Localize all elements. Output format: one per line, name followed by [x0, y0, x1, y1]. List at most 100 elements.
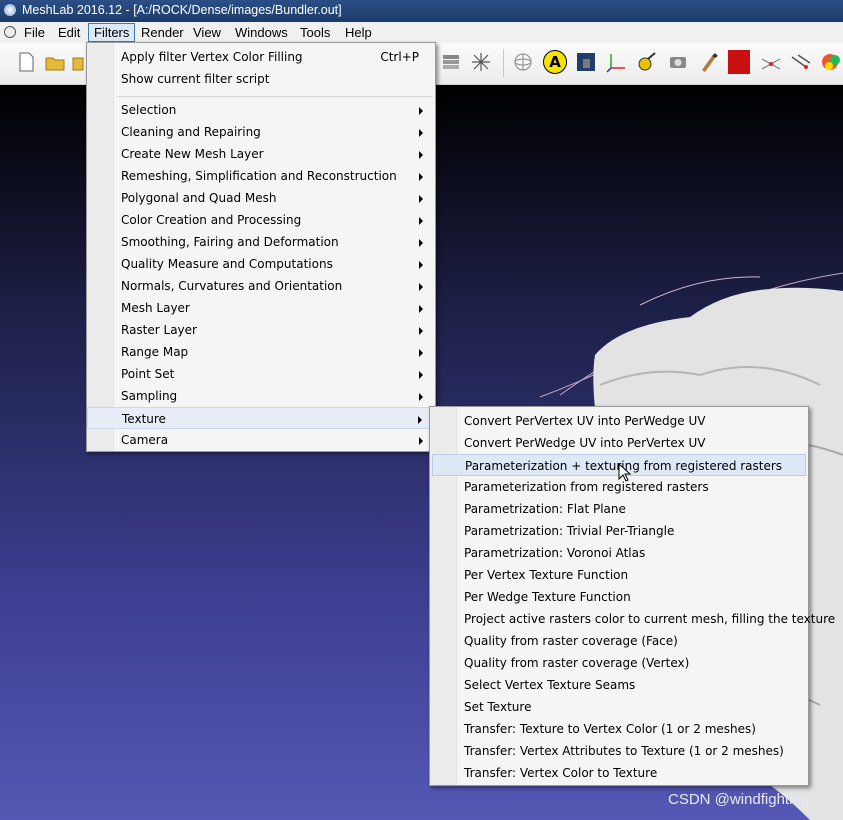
submenu-raster-layer[interactable]: Raster Layer: [87, 319, 435, 341]
menu-item-label: Quality from raster coverage (Vertex): [464, 656, 690, 670]
texture-item[interactable]: Convert PerWedge UV into PerVertex UV: [430, 432, 808, 454]
submenu-sampling[interactable]: Sampling: [87, 385, 435, 407]
sphere-icon[interactable]: [512, 51, 534, 73]
submenu-cleaning[interactable]: Cleaning and Repairing: [87, 121, 435, 143]
submenu-arrow-icon: [419, 195, 423, 203]
submenu-arrow-icon: [419, 261, 423, 269]
submenu-texture[interactable]: Texture: [87, 407, 435, 429]
submenu-point-set[interactable]: Point Set: [87, 363, 435, 385]
menu-view[interactable]: View: [193, 25, 221, 40]
submenu-arrow-icon: [419, 349, 423, 357]
menu-item-label: Convert PerVertex UV into PerWedge UV: [464, 414, 706, 428]
watermark: CSDN @windfighting: [668, 791, 810, 808]
submenu-quality-measure[interactable]: Quality Measure and Computations: [87, 253, 435, 275]
texture-item[interactable]: Transfer: Vertex Attributes to Texture (…: [430, 740, 808, 762]
paint-pot-icon[interactable]: [636, 51, 658, 73]
menu-item-label: Per Vertex Texture Function: [464, 568, 629, 582]
submenu-mesh-layer[interactable]: Mesh Layer: [87, 297, 435, 319]
submenu-polygonal-quad[interactable]: Polygonal and Quad Mesh: [87, 187, 435, 209]
texture-item[interactable]: Select Vertex Texture Seams: [430, 674, 808, 696]
menu-item-label: Parametrization: Trivial Per-Triangle: [464, 524, 675, 538]
submenu-arrow-icon: [419, 393, 423, 401]
texture-item[interactable]: Per Wedge Texture Function: [430, 586, 808, 608]
point-picking-icon[interactable]: [760, 51, 782, 73]
menu-item-label: Set Texture: [464, 700, 532, 714]
submenu-arrow-icon: [419, 173, 423, 181]
menu-item-label: Apply filter Vertex Color Filling: [121, 50, 303, 64]
menu-edit[interactable]: Edit: [58, 25, 80, 40]
menu-item-label: Remeshing, Simplification and Reconstruc…: [121, 169, 397, 183]
annotation-a-label: A: [549, 53, 561, 71]
menu-item-label: Raster Layer: [121, 323, 197, 337]
align-icon[interactable]: [790, 51, 812, 73]
menu-item-label: Quality Measure and Computations: [121, 257, 333, 271]
submenu-arrow-icon: [419, 371, 423, 379]
axis-icon[interactable]: [605, 51, 627, 73]
menu-bar: File Edit Filters Render View Windows To…: [0, 22, 843, 44]
texture-item[interactable]: Parametrization: Trivial Per-Triangle: [430, 520, 808, 542]
system-menu-icon[interactable]: [4, 26, 16, 38]
menu-item-label: Color Creation and Processing: [121, 213, 302, 227]
submenu-arrow-icon: [419, 129, 423, 137]
submenu-arrow-icon: [419, 107, 423, 115]
texture-item[interactable]: Transfer: Texture to Vertex Color (1 or …: [430, 718, 808, 740]
submenu-selection[interactable]: Selection: [87, 99, 435, 121]
menu-item-label: Texture: [122, 412, 166, 426]
texture-item[interactable]: Parametrization: Flat Plane: [430, 498, 808, 520]
menu-item-label: Point Set: [121, 367, 175, 381]
submenu-camera[interactable]: Camera: [87, 429, 435, 451]
texture-item[interactable]: Project active rasters color to current …: [430, 608, 835, 630]
menu-item-label: Create New Mesh Layer: [121, 147, 264, 161]
new-file-icon[interactable]: [15, 51, 37, 73]
raster-icon[interactable]: [575, 51, 597, 73]
menu-windows[interactable]: Windows: [235, 25, 288, 40]
submenu-color-creation[interactable]: Color Creation and Processing: [87, 209, 435, 231]
texture-item[interactable]: Transfer: Vertex Color to Texture: [430, 762, 808, 784]
menu-item-label: Selection: [121, 103, 177, 117]
menu-help[interactable]: Help: [345, 25, 372, 40]
menu-item-label: Convert PerWedge UV into PerVertex UV: [464, 436, 706, 450]
menu-item-label: Per Wedge Texture Function: [464, 590, 631, 604]
color-mesh-icon[interactable]: [820, 51, 842, 73]
texture-item[interactable]: Quality from raster coverage (Vertex): [430, 652, 808, 674]
menu-item-label: Transfer: Texture to Vertex Color (1 or …: [464, 722, 756, 736]
menu-item-show-filter-script[interactable]: Show current filter script: [87, 68, 435, 90]
texture-item[interactable]: Parametrization: Voronoi Atlas: [430, 542, 808, 564]
menu-file[interactable]: File: [24, 25, 45, 40]
menu-tools[interactable]: Tools: [300, 25, 330, 40]
window-title: MeshLab 2016.12 - [A:/ROCK/Dense/images/…: [22, 3, 342, 17]
menu-item-label: Quality from raster coverage (Face): [464, 634, 678, 648]
menu-render[interactable]: Render: [141, 25, 184, 40]
brush-icon[interactable]: [698, 51, 720, 73]
submenu-normals[interactable]: Normals, Curvatures and Orientation: [87, 275, 435, 297]
submenu-arrow-icon: [419, 151, 423, 159]
menu-item-label: Smoothing, Fairing and Deformation: [121, 235, 339, 249]
texture-item[interactable]: Quality from raster coverage (Face): [430, 630, 808, 652]
annotation-a-icon[interactable]: A: [543, 50, 567, 74]
layers-icon[interactable]: [440, 51, 462, 73]
menu-filters[interactable]: Filters: [88, 23, 136, 42]
menu-item-label: Mesh Layer: [121, 301, 190, 315]
submenu-arrow-icon: [419, 239, 423, 247]
texture-item[interactable]: Set Texture: [430, 696, 808, 718]
submenu-arrow-icon: [419, 437, 423, 445]
filters-menu: Apply filter Vertex Color Filling Ctrl+P…: [86, 42, 436, 452]
menu-item-apply-filter[interactable]: Apply filter Vertex Color Filling Ctrl+P: [87, 46, 435, 68]
submenu-range-map[interactable]: Range Map: [87, 341, 435, 363]
submenu-create-mesh-layer[interactable]: Create New Mesh Layer: [87, 143, 435, 165]
open-folder-icon[interactable]: [44, 51, 66, 73]
camera-icon[interactable]: [667, 51, 689, 73]
menu-separator: [117, 96, 433, 97]
open-project-icon[interactable]: [72, 51, 84, 73]
menu-item-label: Transfer: Vertex Attributes to Texture (…: [464, 744, 784, 758]
manipulator-icon[interactable]: [470, 51, 492, 73]
paint-p-icon[interactable]: [728, 50, 750, 74]
title-bar: MeshLab 2016.12 - [A:/ROCK/Dense/images/…: [0, 0, 843, 22]
submenu-smoothing[interactable]: Smoothing, Fairing and Deformation: [87, 231, 435, 253]
menu-item-label: Parametrization: Voronoi Atlas: [464, 546, 646, 560]
texture-item[interactable]: Per Vertex Texture Function: [430, 564, 808, 586]
submenu-arrow-icon: [419, 283, 423, 291]
texture-item[interactable]: Convert PerVertex UV into PerWedge UV: [430, 410, 808, 432]
menu-item-label: Cleaning and Repairing: [121, 125, 261, 139]
submenu-remeshing[interactable]: Remeshing, Simplification and Reconstruc…: [87, 165, 435, 187]
